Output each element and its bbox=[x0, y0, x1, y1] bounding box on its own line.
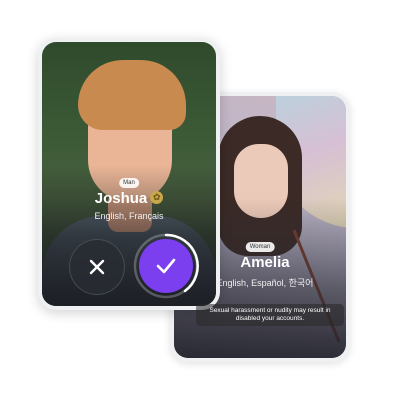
verified-badge-icon: ✿ bbox=[150, 190, 164, 204]
hair bbox=[78, 60, 186, 130]
warning-line-1: Sexual harassment or nudity may result i… bbox=[209, 307, 331, 314]
profile-languages: English, Français bbox=[94, 211, 164, 221]
check-icon bbox=[156, 258, 176, 274]
close-icon bbox=[89, 259, 105, 275]
reject-button[interactable] bbox=[69, 239, 125, 295]
accept-button[interactable] bbox=[139, 239, 193, 293]
gender-badge: Woman bbox=[245, 242, 275, 252]
warning-line-2: disabled your accounts. bbox=[235, 315, 305, 322]
harassment-warning: Sexual harassment or nudity may result i… bbox=[196, 304, 344, 326]
gender-badge: Man bbox=[119, 178, 139, 188]
profile-name-row: Joshua ✿ bbox=[42, 190, 216, 207]
profile-name: Joshua bbox=[94, 190, 148, 207]
